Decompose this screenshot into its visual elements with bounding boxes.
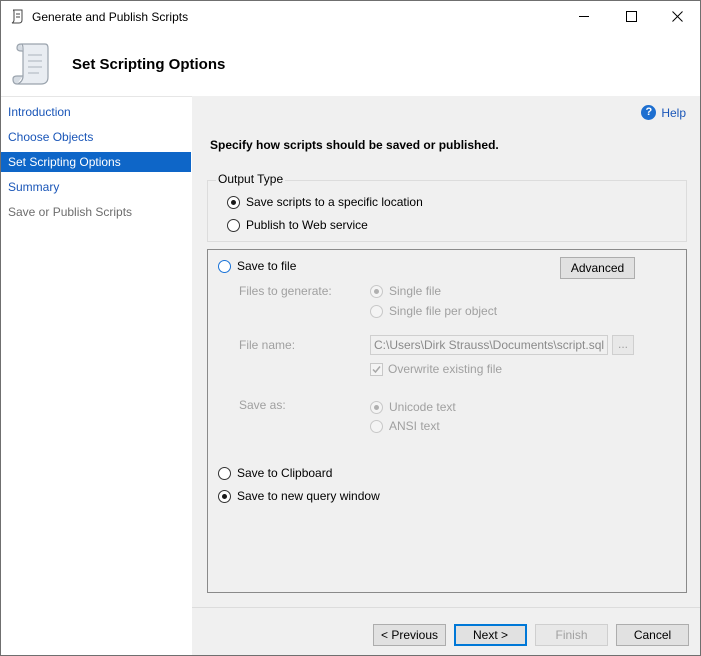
instruction-text: Specify how scripts should be saved or p…	[210, 138, 499, 152]
sidebar-item-summary[interactable]: Summary	[1, 177, 191, 197]
single-file-per-object-label: Single file per object	[389, 304, 498, 318]
save-to-new-query-window-radio[interactable]: Save to new query window	[218, 489, 380, 503]
single-file-radio[interactable]: Single file	[370, 284, 441, 298]
publish-web-service-label: Publish to Web service	[246, 218, 368, 232]
output-type-group: Output Type Save scripts to a specific l…	[207, 172, 687, 242]
overwrite-existing-checkbox[interactable]: Overwrite existing file	[370, 362, 502, 376]
save-to-location-radio[interactable]: Save scripts to a specific location	[227, 195, 423, 209]
files-to-generate-label: Files to generate:	[239, 284, 332, 298]
sidebar-item-set-scripting-options[interactable]: Set Scripting Options	[1, 152, 191, 172]
checkbox-indicator	[370, 362, 383, 376]
file-name-input[interactable]: C:\Users\Dirk Strauss\Documents\script.s…	[370, 335, 608, 355]
maximize-icon	[625, 11, 637, 22]
close-button[interactable]	[654, 1, 700, 32]
single-file-label: Single file	[389, 284, 442, 298]
output-type-label: Output Type	[216, 172, 286, 186]
minimize-icon	[578, 16, 589, 17]
file-name-label: File name:	[239, 338, 296, 352]
sidebar-item-save-or-publish: Save or Publish Scripts	[8, 205, 133, 219]
radio-indicator	[227, 218, 240, 232]
main-panel: ? Help Specify how scripts should be sav…	[192, 96, 700, 655]
checkmark-icon	[372, 365, 381, 373]
advanced-button[interactable]: Advanced	[560, 257, 635, 279]
unicode-text-label: Unicode text	[389, 400, 456, 414]
radio-indicator	[218, 489, 231, 503]
radio-indicator	[227, 195, 240, 209]
dialog-window: Generate and Publish Scripts Set Scripti…	[0, 0, 701, 656]
sidebar-item-choose-objects[interactable]: Choose Objects	[1, 127, 191, 147]
scroll-icon	[12, 43, 49, 85]
cancel-button[interactable]: Cancel	[616, 624, 689, 646]
radio-indicator	[370, 400, 383, 414]
close-icon	[671, 11, 683, 22]
window-title: Generate and Publish Scripts	[32, 10, 189, 24]
previous-button[interactable]: < Previous	[373, 624, 446, 646]
page-title: Set Scripting Options	[72, 56, 226, 73]
wizard-header: Set Scripting Options	[1, 32, 700, 96]
radio-indicator	[218, 466, 231, 480]
finish-button[interactable]: Finish	[535, 624, 608, 646]
browse-button[interactable]: ...	[612, 335, 634, 355]
save-as-label: Save as:	[239, 398, 286, 412]
maximize-button[interactable]	[608, 1, 654, 32]
save-to-file-label: Save to file	[237, 259, 297, 273]
minimize-button[interactable]	[561, 1, 607, 32]
save-options-panel: Save to file Advanced Files to generate:…	[207, 249, 687, 593]
help-link[interactable]: ? Help	[641, 105, 686, 120]
publish-web-service-radio[interactable]: Publish to Web service	[227, 218, 368, 232]
ansi-text-radio[interactable]: ANSI text	[370, 419, 440, 433]
radio-indicator	[370, 419, 383, 433]
help-icon: ?	[641, 105, 657, 120]
ansi-text-label: ANSI text	[389, 419, 440, 433]
radio-indicator	[370, 284, 383, 298]
footer-divider	[192, 607, 700, 608]
title-bar: Generate and Publish Scripts	[1, 1, 700, 32]
save-to-clipboard-radio[interactable]: Save to Clipboard	[218, 466, 332, 480]
radio-indicator	[370, 304, 383, 318]
script-scroll-icon	[11, 9, 23, 24]
radio-indicator	[218, 259, 231, 273]
wizard-steps-sidebar: Introduction Choose Objects Set Scriptin…	[1, 96, 192, 655]
save-to-location-label: Save scripts to a specific location	[246, 195, 423, 209]
next-button[interactable]: Next >	[454, 624, 527, 646]
save-to-clipboard-label: Save to Clipboard	[237, 466, 333, 480]
sidebar-item-introduction[interactable]: Introduction	[1, 102, 191, 122]
save-to-file-radio[interactable]: Save to file	[218, 259, 296, 273]
help-label: Help	[661, 105, 686, 120]
single-file-per-object-radio[interactable]: Single file per object	[370, 304, 497, 318]
save-to-new-query-window-label: Save to new query window	[237, 489, 380, 503]
unicode-text-radio[interactable]: Unicode text	[370, 400, 456, 414]
overwrite-existing-label: Overwrite existing file	[388, 362, 503, 376]
